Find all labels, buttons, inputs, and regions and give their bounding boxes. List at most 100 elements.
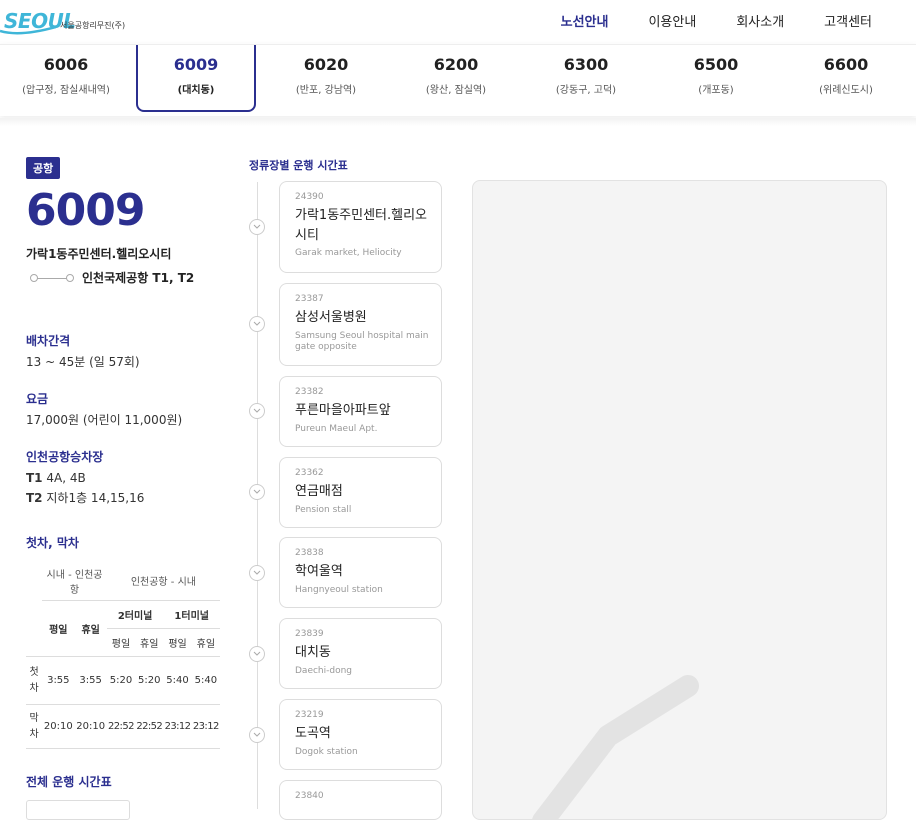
route-tab-6500[interactable]: 6500 (개포동) xyxy=(656,45,776,111)
platform-t1-gates: 4A, 4B xyxy=(42,471,86,486)
route-tab-6009[interactable]: 6009 (대치동) xyxy=(136,45,256,112)
platform-t2: T2 지하1층 14,15,16 xyxy=(26,489,226,508)
route-tab-desc: (대치동) xyxy=(177,85,215,96)
stop-name-kr: 가락1동주민센터.헬리오시티 xyxy=(295,208,428,243)
route-destination-row: 인천국제공항 T1, T2 xyxy=(26,269,226,286)
header-terminal-2: 2터미널 xyxy=(106,600,164,630)
header-holiday: 휴일 xyxy=(191,628,220,658)
route-map[interactable] xyxy=(472,180,887,820)
chevron-down-icon[interactable] xyxy=(249,565,265,581)
time-cell: 5:20 xyxy=(135,656,164,706)
time-cell: 22:52 xyxy=(135,704,164,750)
stop-card[interactable]: 23382 푸른마을아파트앞 Pureun Maeul Apt. xyxy=(279,376,442,447)
chevron-down-icon[interactable] xyxy=(249,484,265,500)
route-tab-desc: (왕산, 잠실역) xyxy=(425,85,487,96)
stop-name-kr: 도곡역 xyxy=(295,726,331,741)
time-cell: 5:40 xyxy=(163,656,192,706)
row-label-first: 첫차 xyxy=(26,656,43,706)
platform-section: 인천공항승차장 T1 4A, 4B T2 지하1층 14,15,16 xyxy=(26,448,226,507)
chevron-down-icon[interactable] xyxy=(249,219,265,235)
time-cell: 3:55 xyxy=(42,656,75,706)
stop-card[interactable]: 23387 삼성서울병원 Samsung Seoul hospital main… xyxy=(279,283,442,366)
logo-swoosh-icon xyxy=(0,25,56,35)
nav-usage-guide[interactable]: 이용안내 xyxy=(628,11,716,30)
time-cell: 5:20 xyxy=(106,656,136,706)
stop-card[interactable]: 23838 학여울역 Hangnyeoul station xyxy=(279,537,442,608)
route-tabs: 6006 (압구정, 잠실새내역) 6009 (대치동) 6020 (반포, 강… xyxy=(0,44,916,116)
platform-title: 인천공항승차장 xyxy=(26,450,104,465)
stop-card[interactable]: 23840 xyxy=(279,780,442,820)
platform-t1-label: T1 xyxy=(26,471,43,486)
route-tab-desc: (개포동) xyxy=(698,85,734,96)
stop-name-kr: 연금매점 xyxy=(295,484,343,499)
stop-name-kr: 삼성서울병원 xyxy=(295,310,367,325)
route-tab-number: 6200 xyxy=(433,55,479,74)
nav-route-guide[interactable]: 노선안내 xyxy=(541,11,629,30)
platform-t2-gates: 지하1층 14,15,16 xyxy=(42,490,145,505)
chevron-down-icon[interactable] xyxy=(249,316,265,332)
route-destination: 인천국제공항 T1, T2 xyxy=(82,271,195,285)
interval-text: 13 ~ 45분 (일 57회) xyxy=(26,355,140,369)
route-tab-desc: (강동구, 고덕) xyxy=(555,85,617,96)
stop-name-en: Dogok station xyxy=(295,746,358,757)
platform-t1: T1 4A, 4B xyxy=(26,469,226,488)
route-tab-number: 6009 xyxy=(173,55,219,74)
stop-id: 24390 xyxy=(295,192,324,202)
header-airport-to-city: 인천공항 - 시내 xyxy=(106,560,220,602)
first-last-title: 첫차, 막차 xyxy=(26,535,79,550)
route-number: 6009 xyxy=(26,185,145,236)
stop-name-en: Pension stall xyxy=(295,504,352,515)
stop-name-en: Hangnyeoul station xyxy=(295,584,383,595)
header-holiday: 휴일 xyxy=(135,628,164,658)
fare-title: 요금 xyxy=(26,392,49,407)
map-route-line xyxy=(532,675,699,819)
stop-name-en: Garak market, Heliocity xyxy=(295,248,402,258)
company-logo[interactable]: SEOUL 서울공항리무진(주) xyxy=(0,6,140,36)
time-cell: 23:12 xyxy=(163,704,192,750)
stop-card[interactable]: 23219 도곡역 Dogok station xyxy=(279,699,442,770)
table-row-last: 막차 20:10 20:10 22:52 22:52 23:12 23:12 xyxy=(26,704,220,750)
header-holiday: 휴일 xyxy=(74,600,107,658)
fare-text: 17,000원 (어린이 11,000원) xyxy=(26,413,183,428)
full-timetable-button[interactable] xyxy=(26,800,130,820)
time-cell: 23:12 xyxy=(191,704,220,750)
header-terminal-1: 1터미널 xyxy=(163,600,220,630)
time-cell: 22:52 xyxy=(106,704,136,750)
stop-name-kr: 학여울역 xyxy=(295,564,343,579)
nav-company[interactable]: 회사소개 xyxy=(716,11,804,30)
logo-subtitle: 서울공항리무진(주) xyxy=(60,21,126,30)
header-weekday: 평일 xyxy=(106,628,136,658)
route-tab-number: 6006 xyxy=(43,55,89,74)
main-nav: 노선안내 이용안내 회사소개 고객센터 xyxy=(541,0,892,40)
fare-section: 요금 17,000원 (어린이 11,000원) xyxy=(26,390,226,430)
stop-id: 23839 xyxy=(295,629,324,639)
time-cell: 20:10 xyxy=(74,704,107,750)
airport-badge: 공항 xyxy=(26,157,61,179)
route-tab-6006[interactable]: 6006 (압구정, 잠실새내역) xyxy=(6,45,126,111)
route-line-icon xyxy=(30,273,74,283)
stop-id: 23838 xyxy=(295,548,324,558)
full-timetable-title: 전체 운행 시간표 xyxy=(26,775,112,790)
route-tab-6020[interactable]: 6020 (반포, 강남역) xyxy=(266,45,386,111)
stop-card[interactable]: 24390 가락1동주민센터.헬리오시티 Garak market, Helio… xyxy=(279,181,442,273)
route-origin: 가락1동주민센터.헬리오시티 xyxy=(26,247,172,261)
route-tab-6300[interactable]: 6300 (강동구, 고덕) xyxy=(526,45,646,111)
time-cell: 3:55 xyxy=(74,656,107,706)
stops-title: 정류장별 운행 시간표 xyxy=(249,159,348,172)
row-label-last: 막차 xyxy=(26,704,43,750)
chevron-down-icon[interactable] xyxy=(249,646,265,662)
route-tab-6600[interactable]: 6600 (위례신도시) xyxy=(786,45,906,111)
first-last-section: 첫차, 막차 xyxy=(26,534,226,551)
chevron-down-icon[interactable] xyxy=(249,403,265,419)
section-divider xyxy=(0,118,916,126)
route-tab-desc: (압구정, 잠실새내역) xyxy=(22,85,110,96)
stop-name-en: Pureun Maeul Apt. xyxy=(295,423,378,434)
chevron-down-icon[interactable] xyxy=(249,727,265,743)
stop-card[interactable]: 23839 대치동 Daechi-dong xyxy=(279,618,442,689)
stop-name-en: Samsung Seoul hospital main gate opposit… xyxy=(295,330,429,352)
stop-card[interactable]: 23362 연금매점 Pension stall xyxy=(279,457,442,528)
platform-t2-label: T2 xyxy=(26,490,43,505)
nav-customer-center[interactable]: 고객센터 xyxy=(804,11,892,30)
route-tab-6200[interactable]: 6200 (왕산, 잠실역) xyxy=(396,45,516,111)
route-tab-number: 6300 xyxy=(563,55,609,74)
